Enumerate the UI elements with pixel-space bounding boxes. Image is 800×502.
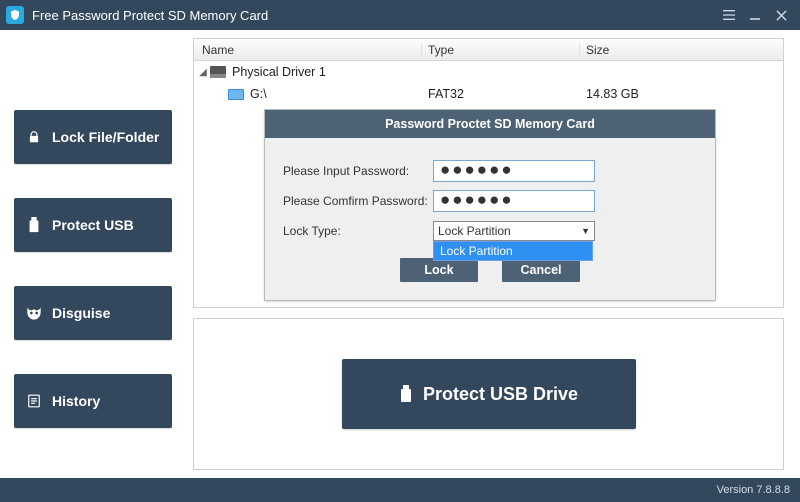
app-root: Free Password Protect SD Memory Card Loc… bbox=[0, 0, 800, 502]
close-icon bbox=[776, 10, 787, 21]
action-panel: Protect USB Drive bbox=[193, 318, 784, 470]
main-area: Lock File/Folder Protect USB Disguise Hi… bbox=[0, 30, 800, 478]
volume-size: 14.83 GB bbox=[580, 87, 783, 101]
menu-button[interactable] bbox=[716, 3, 742, 27]
statusbar: Version 7.8.8.8 bbox=[0, 478, 800, 502]
protect-usb-drive-button[interactable]: Protect USB Drive bbox=[342, 359, 636, 429]
app-logo-icon bbox=[6, 6, 24, 24]
label-input-password: Please Input Password: bbox=[283, 164, 433, 178]
sidebar-item-label: Lock File/Folder bbox=[52, 129, 159, 145]
column-name[interactable]: Name bbox=[194, 43, 422, 57]
app-title: Free Password Protect SD Memory Card bbox=[32, 8, 268, 23]
sidebar-item-protect-usb[interactable]: Protect USB bbox=[14, 198, 172, 252]
column-size[interactable]: Size bbox=[580, 43, 783, 57]
label-confirm-password: Please Comfirm Password: bbox=[283, 194, 433, 208]
volume-row[interactable]: G:\ FAT32 14.83 GB bbox=[194, 83, 783, 105]
hamburger-icon bbox=[722, 9, 736, 21]
table-header: Name Type Size bbox=[194, 39, 783, 61]
confirm-password-input[interactable]: ●●●●●● bbox=[433, 190, 595, 212]
password-dialog: Password Proctet SD Memory Card Please I… bbox=[264, 109, 716, 301]
usb-icon bbox=[26, 217, 42, 233]
sidebar-item-label: Protect USB bbox=[52, 217, 134, 233]
collapse-toggle-icon[interactable]: ◢ bbox=[194, 67, 208, 78]
close-button[interactable] bbox=[768, 3, 794, 27]
sidebar-item-lock-file-folder[interactable]: Lock File/Folder bbox=[14, 110, 172, 164]
version-label: Version 7.8.8.8 bbox=[717, 484, 790, 496]
cancel-button[interactable]: Cancel bbox=[502, 258, 580, 282]
sidebar-item-label: History bbox=[52, 393, 100, 409]
lock-type-select[interactable]: Lock Partition ▼ bbox=[433, 221, 595, 241]
minimize-button[interactable] bbox=[742, 3, 768, 27]
lock-type-value: Lock Partition bbox=[438, 224, 511, 238]
dialog-body: Please Input Password: ●●●●●● Please Com… bbox=[265, 138, 715, 282]
table-body: ◢ Physical Driver 1 G:\ FAT32 14.83 GB bbox=[194, 61, 783, 105]
drive-icon bbox=[210, 66, 226, 78]
usb-icon bbox=[399, 385, 413, 403]
label-lock-type: Lock Type: bbox=[283, 224, 433, 238]
titlebar: Free Password Protect SD Memory Card bbox=[0, 0, 800, 30]
column-type[interactable]: Type bbox=[422, 43, 580, 57]
sidebar-item-label: Disguise bbox=[52, 305, 110, 321]
password-input[interactable]: ●●●●●● bbox=[433, 160, 595, 182]
lock-button[interactable]: Lock bbox=[400, 258, 478, 282]
shield-lock-icon bbox=[9, 9, 21, 21]
volume-icon bbox=[228, 89, 244, 100]
history-icon bbox=[26, 393, 42, 409]
lock-icon bbox=[26, 129, 42, 145]
dialog-title: Password Proctet SD Memory Card bbox=[265, 110, 715, 138]
sidebar-item-history[interactable]: History bbox=[14, 374, 172, 428]
chevron-down-icon: ▼ bbox=[581, 226, 590, 236]
drive-panel: Name Type Size ◢ Physical Driver 1 G:\ bbox=[193, 38, 784, 308]
protect-usb-label: Protect USB Drive bbox=[423, 384, 578, 405]
driver-row[interactable]: ◢ Physical Driver 1 bbox=[194, 61, 783, 83]
mask-icon bbox=[26, 305, 42, 321]
sidebar-item-disguise[interactable]: Disguise bbox=[14, 286, 172, 340]
sidebar: Lock File/Folder Protect USB Disguise Hi… bbox=[0, 30, 183, 478]
volume-name: G:\ bbox=[250, 87, 267, 101]
lock-type-option[interactable]: Lock Partition bbox=[434, 242, 592, 260]
minimize-icon bbox=[749, 9, 761, 21]
lock-type-dropdown: Lock Partition bbox=[433, 241, 593, 261]
volume-type: FAT32 bbox=[422, 87, 580, 101]
content: Name Type Size ◢ Physical Driver 1 G:\ bbox=[183, 30, 800, 478]
driver-label: Physical Driver 1 bbox=[232, 65, 326, 79]
